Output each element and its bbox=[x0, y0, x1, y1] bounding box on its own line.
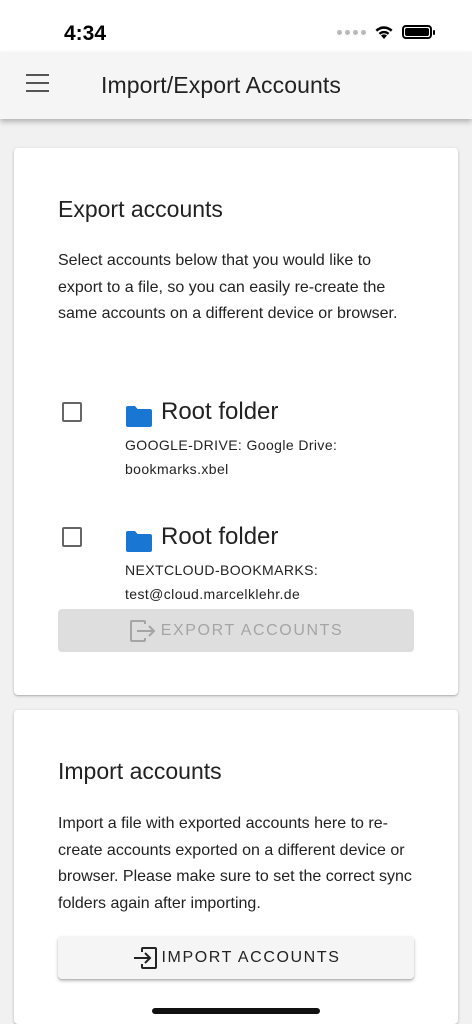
account-detail: NEXTCLOUD-BOOKMARKS: test@cloud.marcelkl… bbox=[125, 562, 319, 602]
export-button-label: EXPORT ACCOUNTS bbox=[160, 621, 344, 639]
import-accounts-button[interactable]: IMPORT ACCOUNTS bbox=[58, 936, 414, 979]
account-checkbox[interactable] bbox=[62, 402, 82, 422]
import-card: Import accounts Import a file with expor… bbox=[14, 710, 458, 1024]
import-title: Import accounts bbox=[58, 758, 222, 784]
home-indicator[interactable] bbox=[152, 1008, 320, 1014]
status-bar: 4:34 bbox=[0, 0, 472, 52]
account-detail: GOOGLE-DRIVE: Google Drive: bookmarks.xb… bbox=[125, 437, 338, 477]
status-time: 4:34 bbox=[64, 22, 107, 45]
app-bar: Import/Export Accounts bbox=[0, 52, 472, 119]
account-name: Root folder bbox=[161, 398, 279, 425]
import-description: Import a file with exported accounts her… bbox=[58, 815, 412, 912]
account-checkbox[interactable] bbox=[62, 527, 82, 547]
export-icon bbox=[129, 619, 156, 642]
battery-icon bbox=[402, 25, 435, 39]
status-icons bbox=[337, 24, 435, 40]
page-title: Import/Export Accounts bbox=[101, 72, 341, 98]
folder-icon bbox=[126, 531, 152, 552]
export-description: Select accounts below that you would lik… bbox=[58, 252, 398, 322]
import-icon bbox=[133, 946, 157, 969]
import-button-label: IMPORT ACCOUNTS bbox=[161, 948, 341, 966]
export-card: Export accounts Select accounts below th… bbox=[14, 148, 458, 695]
menu-icon[interactable] bbox=[26, 74, 50, 96]
wifi-icon bbox=[375, 26, 393, 39]
signal-dots-icon bbox=[337, 29, 366, 35]
export-title: Export accounts bbox=[58, 196, 223, 222]
folder-icon bbox=[126, 406, 152, 427]
account-name: Root folder bbox=[161, 523, 279, 550]
export-accounts-button[interactable]: EXPORT ACCOUNTS bbox=[58, 609, 414, 652]
